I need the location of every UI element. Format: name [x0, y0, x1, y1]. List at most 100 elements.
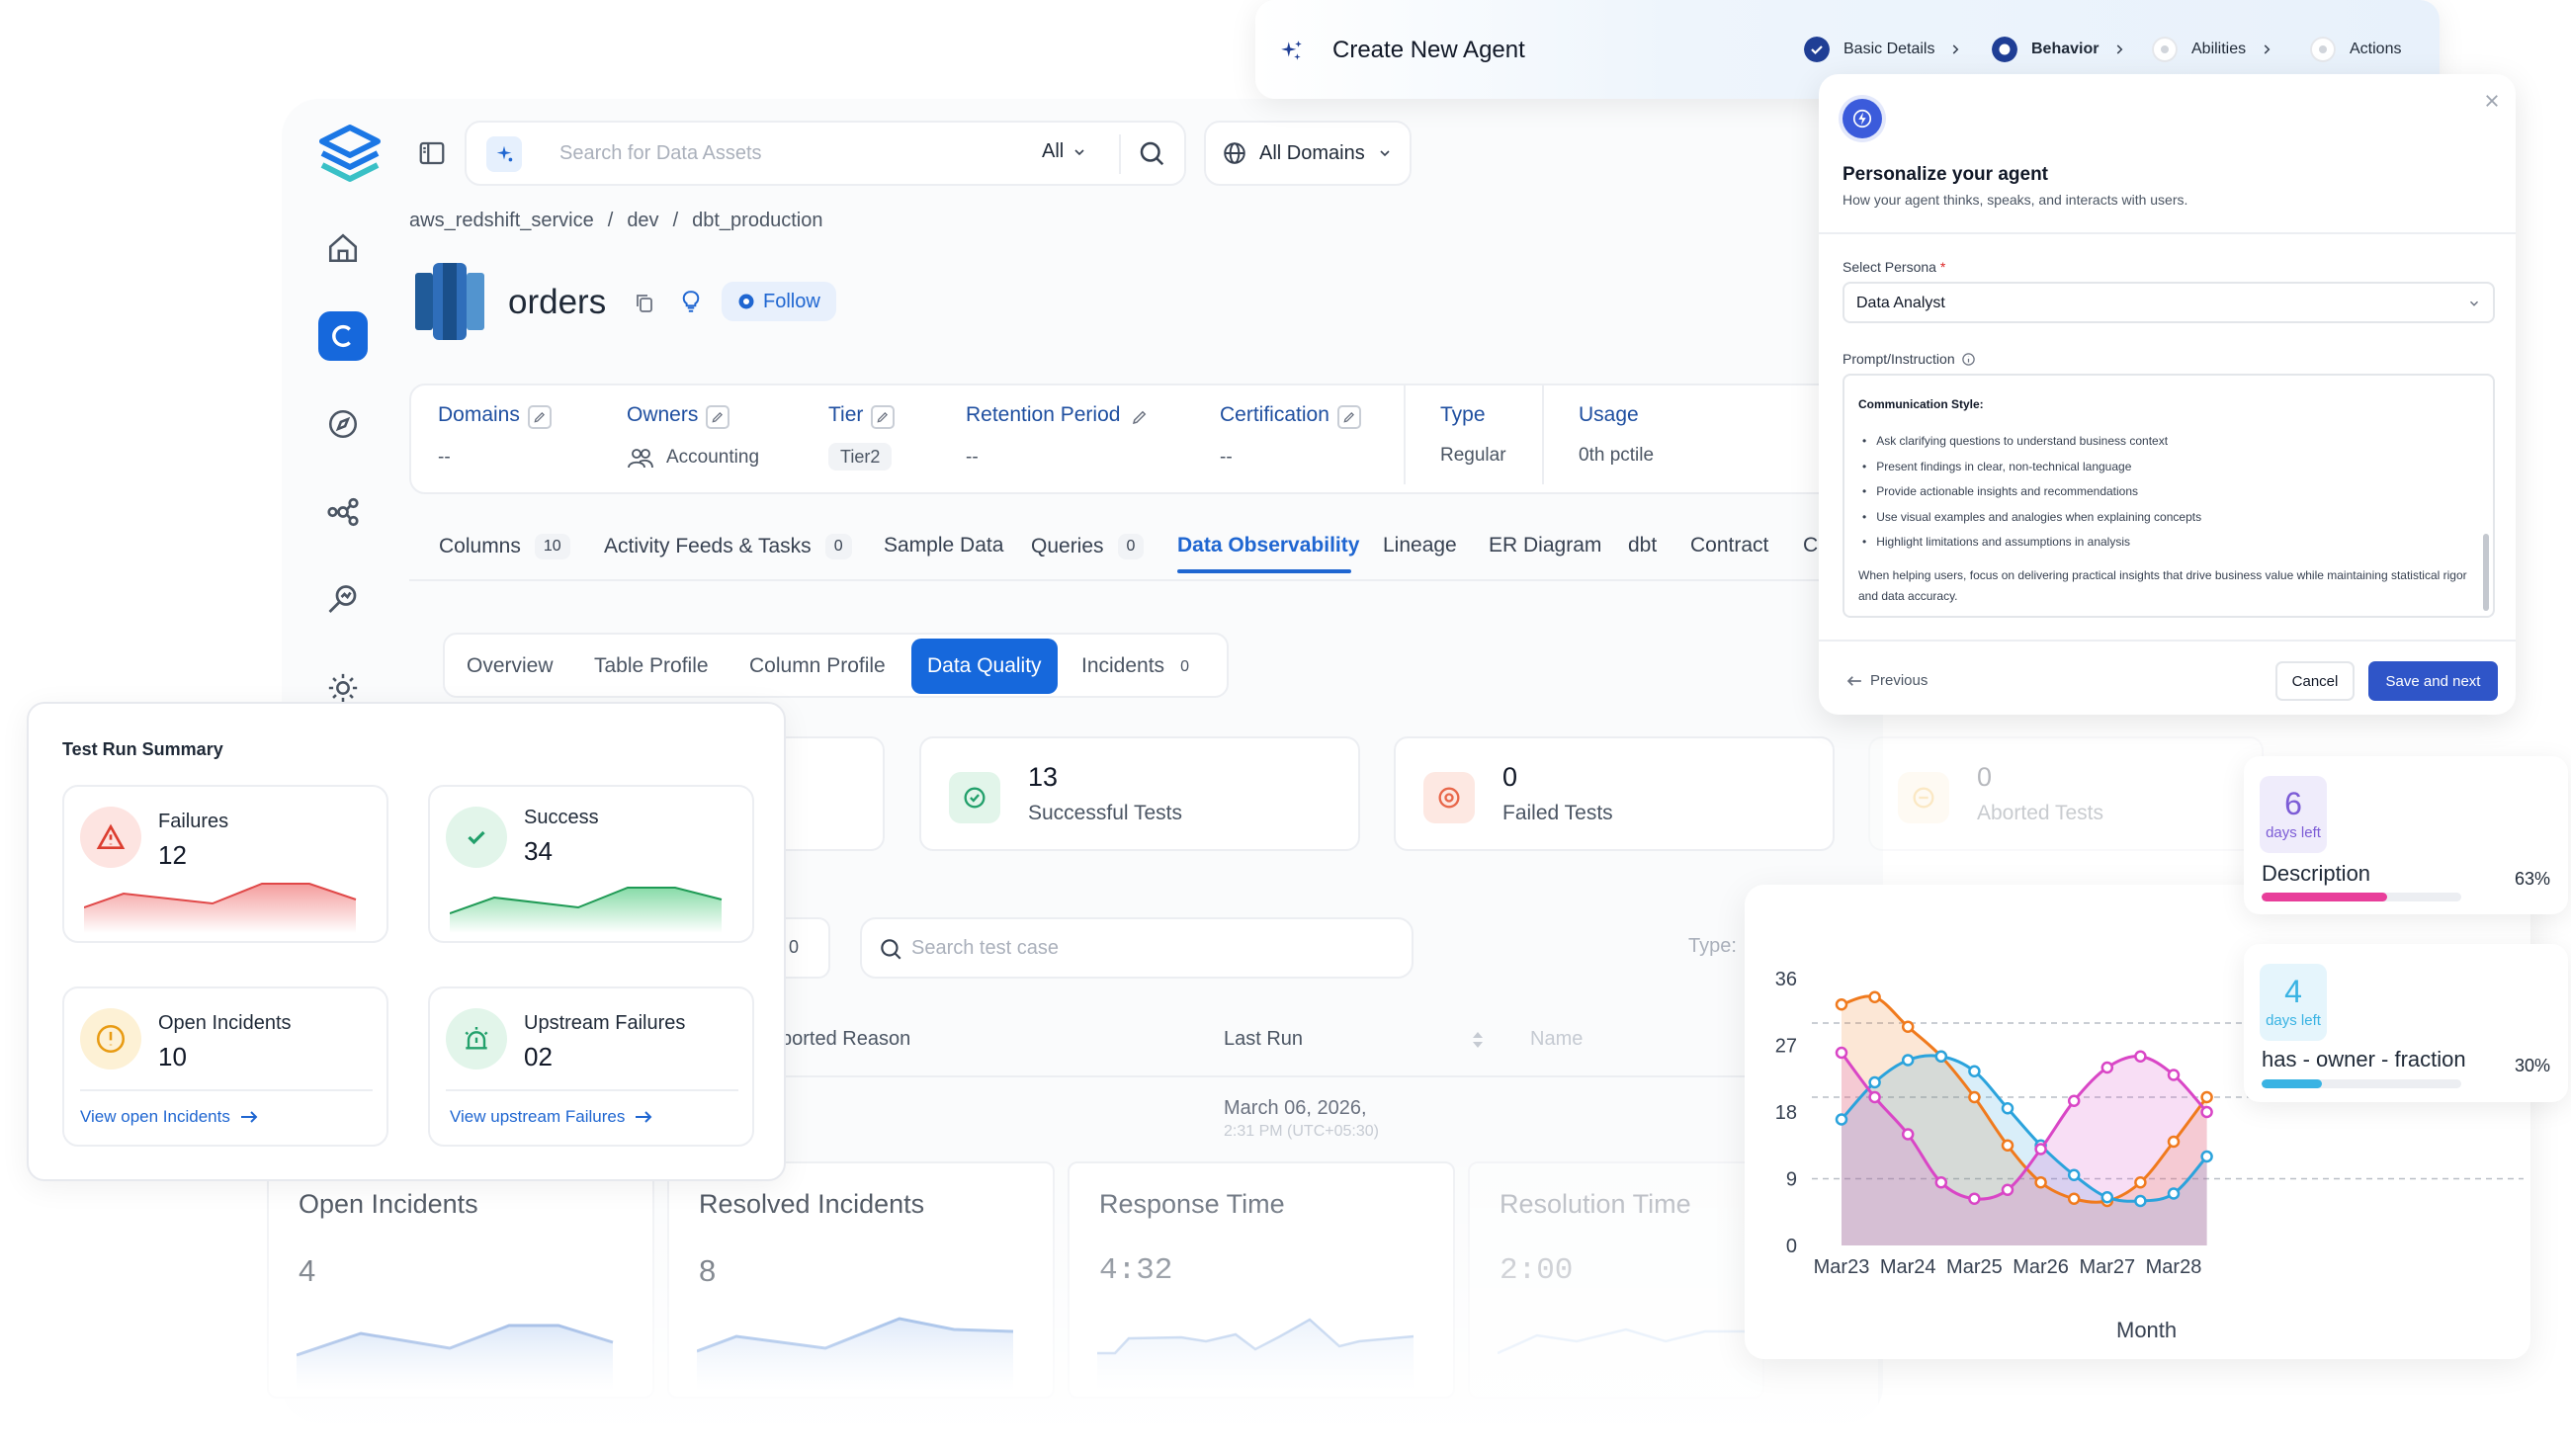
close-icon[interactable] [2483, 92, 2501, 110]
kpi-title: has - owner - fraction [2262, 1047, 2466, 1071]
incident-card-resolution[interactable]: Resolution Time 2:00 [1468, 1161, 1764, 1399]
summary-label: Upstream Failures [524, 1012, 686, 1034]
arrow-right-icon [636, 1111, 652, 1123]
tab-sample-data[interactable]: Sample Data [884, 534, 1003, 557]
summary-card-upstream-failures[interactable]: Upstream Failures 02 View upstream Failu… [428, 986, 754, 1147]
incident-label: Resolved Incidents [699, 1189, 925, 1219]
incident-value: 2:00 [1500, 1253, 1574, 1288]
sort-icon[interactable] [1471, 1030, 1485, 1050]
tab-activity-feeds[interactable]: Activity Feeds & Tasks 0 [604, 534, 852, 559]
asset-search-bar[interactable]: Search for Data Assets All [465, 121, 1186, 186]
prompt-scrollbar[interactable] [2483, 534, 2489, 611]
tier-tag[interactable]: Tier2 [828, 442, 893, 471]
stat-card-successful[interactable]: 13 Successful Tests [919, 736, 1360, 851]
incident-card-resolved[interactable]: Resolved Incidents 8 [667, 1161, 1055, 1399]
step-actions[interactable]: Actions [2310, 37, 2401, 62]
tab-queries[interactable]: Queries 0 [1031, 534, 1145, 559]
ai-sparkle-icon[interactable] [486, 136, 522, 172]
search-icon[interactable] [1137, 138, 1166, 168]
test-case-search[interactable]: Search test case [860, 917, 1414, 979]
stat-card-failed[interactable]: 0 Failed Tests [1394, 736, 1835, 851]
tab-dbt[interactable]: dbt [1628, 534, 1657, 557]
breadcrumb-item[interactable]: dev [627, 210, 658, 232]
summary-card-failures[interactable]: Failures 12 [62, 785, 388, 943]
edit-pencil-icon[interactable] [527, 404, 552, 429]
view-upstream-failures-link[interactable]: View upstream Failures [450, 1107, 652, 1127]
breadcrumb-item[interactable]: dbt_production [692, 210, 822, 232]
incident-card-response[interactable]: Response Time 4:32 [1068, 1161, 1455, 1399]
explore-compass-icon[interactable] [318, 399, 368, 449]
step-abilities[interactable]: Abilities [2152, 37, 2273, 62]
domain-selector[interactable]: All Domains [1204, 121, 1412, 186]
summary-value: 12 [158, 840, 187, 870]
summary-value: 34 [524, 836, 553, 866]
column-last-run[interactable]: Last Run [1224, 1028, 1303, 1051]
home-icon[interactable] [318, 223, 368, 273]
edit-pencil-icon[interactable] [706, 404, 730, 429]
agent-sparkle-icon [1279, 38, 1305, 63]
stat-card-aborted[interactable]: 0 Aborted Tests [1868, 736, 2264, 851]
summary-title: Test Run Summary [62, 739, 223, 759]
persona-field-label: Select Persona * [1843, 259, 1945, 275]
data-point [1901, 1054, 1915, 1067]
chevron-right-icon [2264, 44, 2271, 54]
persona-select[interactable]: Data Analyst [1843, 282, 2495, 323]
subtab-data-quality[interactable]: Data Quality [911, 639, 1058, 694]
edit-pencil-icon[interactable] [871, 404, 896, 429]
x-axis-title: Month [2116, 1318, 2178, 1342]
dialog-divider [1819, 232, 2516, 234]
view-open-incidents-link[interactable]: View open Incidents [80, 1107, 258, 1127]
edit-pencil-icon[interactable] [1336, 404, 1361, 429]
incident-label: Response Time [1099, 1189, 1285, 1219]
summary-card-success[interactable]: Success 34 [428, 785, 754, 943]
arrow-right-icon [240, 1111, 258, 1123]
edit-pencil-icon[interactable] [1128, 405, 1152, 429]
kpi-card-has-owner[interactable]: 4 days left has - owner - fraction 30% [2244, 944, 2568, 1102]
chevron-down-icon [1380, 150, 1390, 157]
incident-card-open[interactable]: Open Incidents 4 [267, 1161, 654, 1399]
tab-count: 0 [1117, 534, 1145, 559]
summary-label: Success [524, 807, 599, 828]
meta-type: Type Regular [1440, 403, 1506, 467]
last-run-time: 2:31 PM (UTC+05:30) [1224, 1123, 1379, 1140]
step-behavior[interactable]: Behavior [1992, 37, 2126, 62]
data-insights-icon[interactable] [318, 575, 368, 625]
kpi-card-description[interactable]: 6 days left Description 63% [2244, 756, 2568, 914]
test-case-search-input[interactable]: Search test case [911, 937, 1059, 960]
follow-button[interactable]: Follow [722, 282, 836, 321]
days-left-value: 6 [2284, 786, 2302, 821]
tab-lineage[interactable]: Lineage [1383, 534, 1457, 557]
search-input[interactable]: Search for Data Assets [559, 142, 762, 165]
info-icon[interactable] [1961, 352, 1976, 367]
y-tick-label: 27 [1775, 1036, 1797, 1058]
lineage-graph-icon[interactable] [318, 487, 368, 537]
subtab-table-profile[interactable]: Table Profile [578, 644, 725, 688]
subtab-overview[interactable]: Overview [451, 644, 569, 688]
tab-contract[interactable]: Contract [1690, 534, 1768, 557]
meta-value[interactable]: Accounting [666, 447, 759, 469]
stat-value: 13 [1028, 762, 1059, 792]
sidebar-toggle-icon[interactable] [407, 128, 457, 178]
breadcrumb-item[interactable]: aws_redshift_service [409, 210, 594, 232]
prompt-textarea[interactable]: Communication Style: • Ask clarifying qu… [1843, 374, 2495, 618]
summary-card-open-incidents[interactable]: Open Incidents 10 View open Incidents [62, 986, 388, 1147]
suggestion-bulb-icon[interactable] [678, 289, 704, 314]
type-filter-label[interactable]: Type: [1688, 935, 1737, 958]
subtab-column-profile[interactable]: Column Profile [733, 644, 901, 688]
catalog-icon[interactable] [318, 311, 368, 361]
previous-button[interactable]: Previous [1846, 672, 1928, 689]
tab-data-observability[interactable]: Data Observability [1177, 534, 1359, 557]
search-filter-dropdown[interactable]: All [1042, 140, 1087, 163]
cancel-button[interactable]: Cancel [2275, 661, 2355, 701]
incident-value: 4:32 [1099, 1253, 1173, 1288]
open-incidents-sparkline [297, 1324, 614, 1391]
app-logo[interactable] [316, 124, 384, 185]
subtab-incidents[interactable]: Incidents 0 [1066, 644, 1205, 688]
copy-link-icon[interactable] [633, 291, 656, 314]
step-basic-details[interactable]: Basic Details [1804, 37, 1962, 62]
data-point [2100, 1061, 2114, 1074]
save-and-next-button[interactable]: Save and next [2368, 661, 2498, 701]
tab-er-diagram[interactable]: ER Diagram [1489, 534, 1601, 557]
tab-columns[interactable]: Columns 10 [439, 534, 570, 559]
stat-label: Aborted Tests [1977, 802, 2104, 824]
